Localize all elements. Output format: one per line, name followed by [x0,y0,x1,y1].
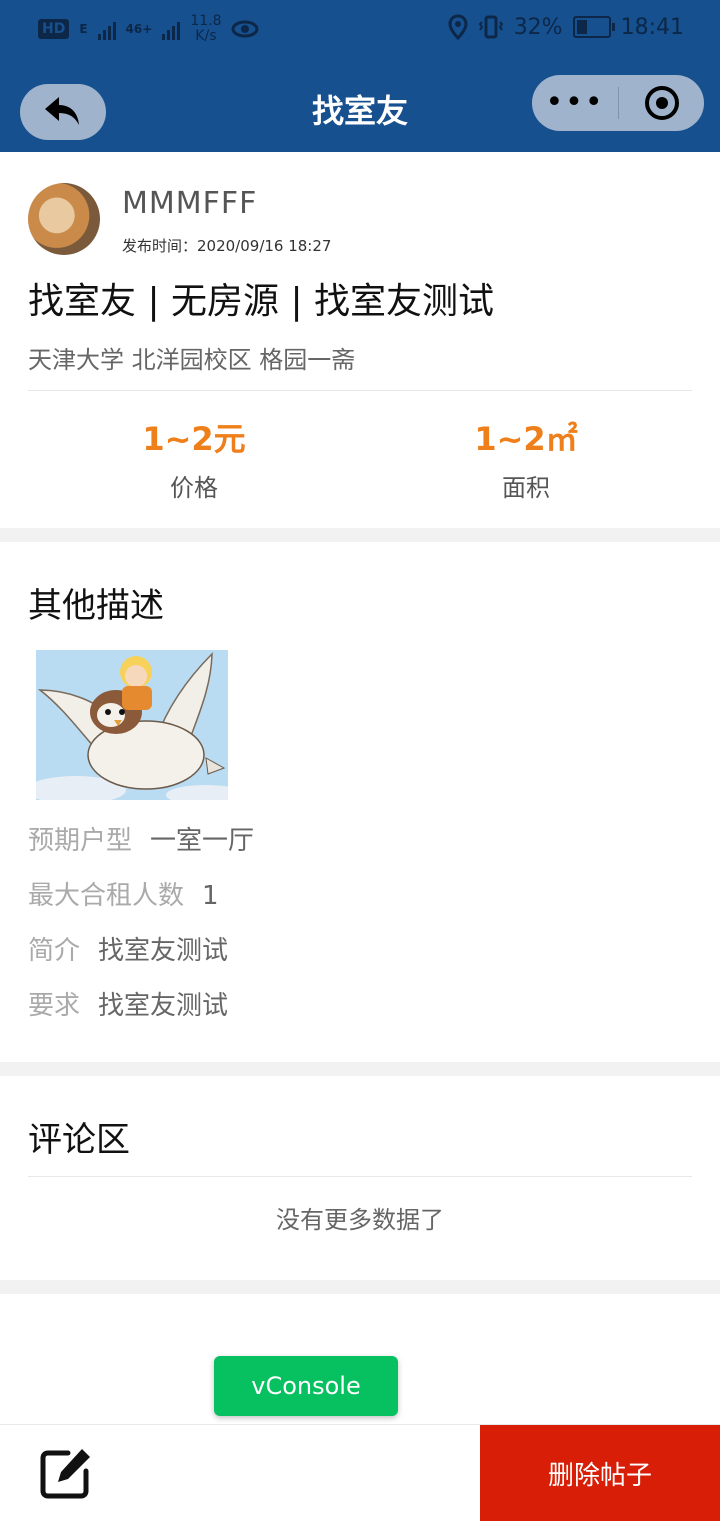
eye-icon [231,20,259,38]
more-button[interactable]: ••• [532,75,618,131]
miniprogram-capsule: ••• [532,75,704,131]
info-value: 一室一厅 [150,826,255,856]
divider [28,390,692,391]
info-key: 简介 [28,936,81,966]
network-e-label: E [79,22,88,36]
post-location: 天津大学 北洋园校区 格园一斋 [28,346,356,374]
post-title: 找室友 | 无房源 | 找室友测试 [28,281,495,322]
avatar[interactable] [28,183,100,255]
location-icon [448,14,468,40]
hd-badge: HD [38,19,70,39]
info-key: 预期户型 [28,826,133,856]
price-label: 价格 [170,474,218,502]
vconsole-button[interactable]: vConsole [214,1356,398,1416]
photo-illustration [36,650,228,800]
signal-icon-2 [162,18,181,40]
battery-icon [572,16,615,38]
info-row-room-type: 预期户型 一室一厅 [28,820,254,857]
edit-icon [40,1449,90,1499]
price-stat: 1~2元 价格 [44,414,344,503]
network-4g-label: 46+ [125,22,153,36]
area-stat: 1~2㎡ 面积 [376,414,676,503]
battery-percent: 32% [513,14,563,40]
info-value: 1 [202,881,219,911]
info-key: 最大合租人数 [28,881,185,911]
description-title: 其他描述 [28,586,164,626]
edit-button[interactable] [38,1445,94,1501]
section-gap [0,1062,720,1076]
status-bar: HD E 46+ 11.8 K/s 32% 18:41 [0,0,720,62]
area-label: 面积 [502,474,550,502]
publish-time: 发布时间：2020/09/16 18:27 [122,237,332,255]
delete-post-button[interactable]: 删除帖子 [480,1425,720,1521]
area-value: 1~2㎡ [474,420,578,458]
speed-value: 11.8 [190,13,222,29]
speed-unit: K/s [195,28,217,44]
info-row-requirements: 要求 找室友测试 [28,985,228,1022]
no-more-data: 没有更多数据了 [276,1206,444,1234]
comments-title: 评论区 [28,1120,130,1160]
clock-time: 18:41 [620,14,684,40]
section-gap [0,528,720,542]
signal-icon [97,18,116,40]
bottom-bar: 删除帖子 [0,1424,720,1521]
vibrate-icon [478,15,503,39]
post-photo[interactable] [36,650,228,800]
network-speed: 11.8 K/s [190,14,221,44]
info-value: 找室友测试 [98,991,229,1021]
divider [28,1176,692,1177]
section-gap [0,1280,720,1294]
top-bar: HD E 46+ 11.8 K/s 32% 18:41 找室友 ••• [0,0,720,152]
info-row-max-roommates: 最大合租人数 1 [28,875,219,912]
close-miniprogram-button[interactable] [619,86,704,120]
username: MMMFFF [122,186,258,221]
info-value: 找室友测试 [98,936,229,966]
price-value: 1~2元 [142,420,246,458]
info-key: 要求 [28,991,81,1021]
target-icon [644,86,679,120]
info-row-intro: 简介 找室友测试 [28,930,228,967]
